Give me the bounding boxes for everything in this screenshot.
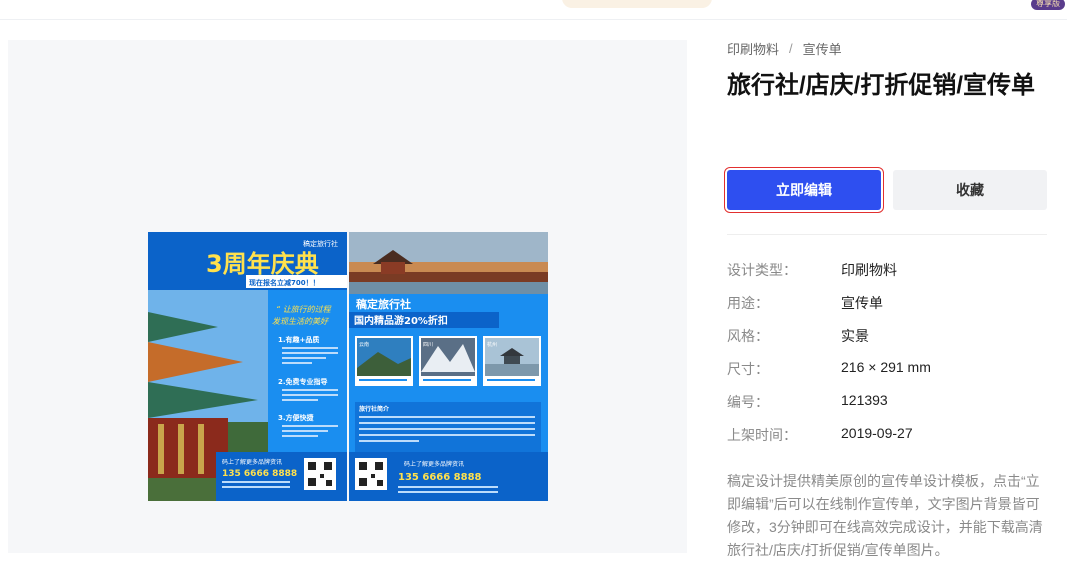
attr-row-design-type: 设计类型： 印刷物料 <box>727 260 1047 293</box>
destination-photos: 云南 四川 杭州 <box>355 336 541 386</box>
vip-badge: 尊享版 <box>1031 0 1065 10</box>
left-headline: 3周年庆典 <box>206 250 319 278</box>
top-bar: 尊享版 <box>0 0 1067 20</box>
attr-row-style: 风格： 实景 <box>727 326 1047 359</box>
right-brand: 稿定旅行社 <box>356 297 411 311</box>
attribute-list: 设计类型： 印刷物料 用途： 宣传单 风格： 实景 尺寸： 216 × 291 … <box>727 260 1047 458</box>
point-2: 2.免费专业指导 <box>278 377 328 386</box>
attr-value: 实景 <box>841 328 869 344</box>
divider <box>727 234 1047 235</box>
left-subline: 现在报名立减700！！ <box>249 278 320 287</box>
intro-title: 旅行社简介 <box>358 405 390 413</box>
attr-value: 121393 <box>841 392 888 408</box>
breadcrumb: 印刷物料 / 宣传单 <box>727 38 1051 58</box>
attr-row-size: 尺寸： 216 × 291 mm <box>727 359 1047 392</box>
attr-row-usage: 用途： 宣传单 <box>727 293 1047 326</box>
attr-key: 编号： <box>727 394 769 410</box>
photo-3-tag: 杭州 <box>487 341 497 348</box>
point-3: 3.方便快捷 <box>278 413 315 422</box>
template-title: 旅行社/店庆/打折促销/宣传单 <box>727 72 1036 99</box>
point-1: 1.有趣+品质 <box>278 335 319 344</box>
attr-row-id: 编号： 121393 <box>727 392 1047 425</box>
template-description: 稿定设计提供精美原创的宣传单设计模板，点击“立即编辑”后可以在线制作宣传单，文字… <box>727 473 1043 558</box>
breadcrumb-subcategory[interactable]: 宣传单 <box>803 39 842 58</box>
template-preview-area: 稿定旅行社 3周年庆典 现在报名立减700！！ “ 让旅行的过程 发现生活的美好… <box>8 40 687 553</box>
action-buttons: 立即编辑 收藏 <box>724 167 1047 213</box>
photo-2-tag: 四川 <box>423 342 433 348</box>
edit-now-button[interactable]: 立即编辑 <box>724 167 884 213</box>
slogan-line-2: 发现生活的美好 <box>272 317 329 326</box>
attr-key: 用途： <box>727 295 769 311</box>
favorite-button[interactable]: 收藏 <box>893 170 1047 210</box>
attr-value: 印刷物料 <box>841 262 897 278</box>
photo-1-tag: 云南 <box>359 341 369 348</box>
attr-value: 2019-09-27 <box>841 425 913 441</box>
attr-key: 上架时间： <box>727 427 797 443</box>
slogan-line-1: “ 让旅行的过程 <box>276 305 332 314</box>
left-brand: 稿定旅行社 <box>303 239 338 248</box>
attr-value: 216 × 291 mm <box>841 359 931 375</box>
top-search-pill[interactable] <box>562 0 712 8</box>
template-info-panel: 印刷物料 / 宣传单 旅行社/店庆/打折促销/宣传单 立即编辑 收藏 设计类型：… <box>724 38 1051 558</box>
attr-key: 尺寸： <box>727 361 769 377</box>
attr-key: 风格： <box>727 328 769 344</box>
attr-value: 宣传单 <box>841 295 883 311</box>
flyer-preview-image[interactable]: 稿定旅行社 3周年庆典 现在报名立减700！！ “ 让旅行的过程 发现生活的美好… <box>148 232 548 501</box>
attr-key: 设计类型： <box>727 262 797 278</box>
right-footer-text: 码上了解更多品牌资讯 <box>404 460 464 468</box>
breadcrumb-separator: / <box>789 40 793 56</box>
breadcrumb-category[interactable]: 印刷物料 <box>727 39 779 58</box>
right-headline: 国内精品游20%折扣 <box>354 314 448 327</box>
left-footer-text: 码上了解更多品牌资讯 <box>222 458 282 466</box>
right-phone: 135 6666 8888 <box>398 472 482 483</box>
forbidden-city-photo <box>349 232 548 294</box>
left-phone: 135 6666 8888 <box>222 469 297 479</box>
attr-row-published: 上架时间： 2019-09-27 <box>727 425 1047 458</box>
